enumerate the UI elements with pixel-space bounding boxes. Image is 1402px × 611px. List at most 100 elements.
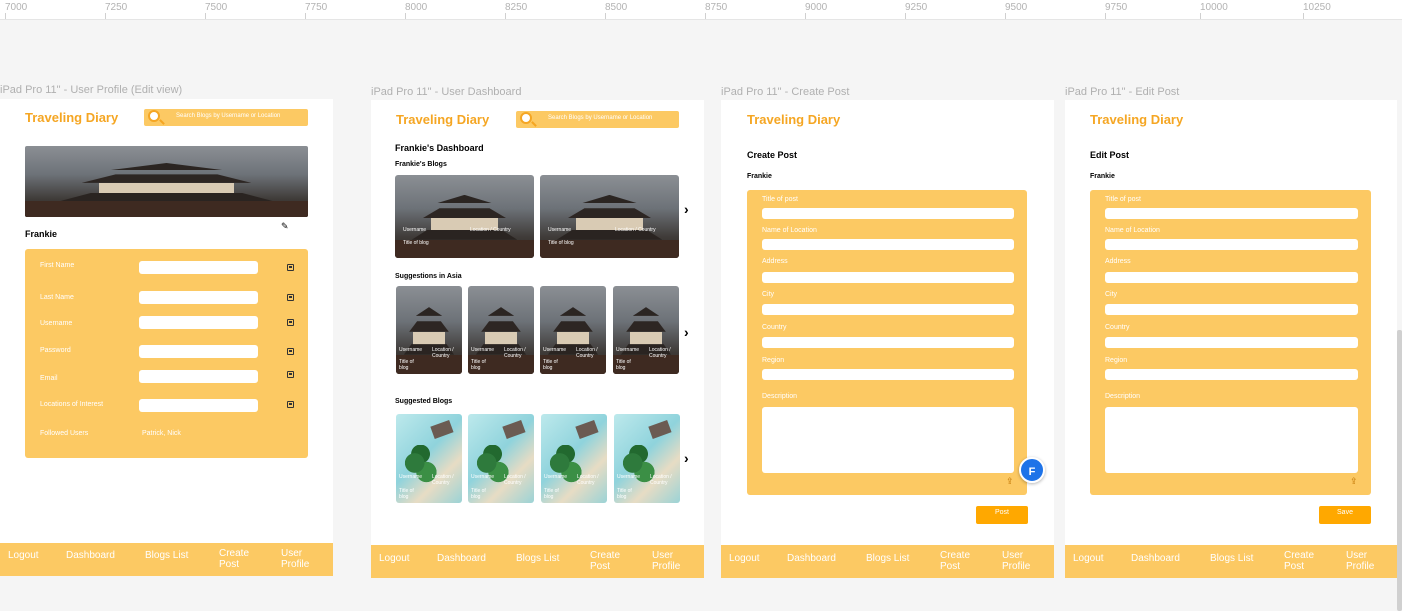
nav-logout[interactable]: Logout [1073, 553, 1104, 564]
frame-label-profile[interactable]: iPad Pro 11" - User Profile (Edit view) [0, 84, 182, 96]
nav-create-post[interactable]: Create Post [219, 548, 259, 570]
suggested-blog-card[interactable]: Username Location / Country Title of blo… [541, 414, 607, 503]
nav-blogs-list[interactable]: Blogs List [1210, 553, 1253, 564]
frame-user-profile[interactable]: Traveling Diary Search Blogs by Username… [0, 99, 333, 576]
suggestion-card[interactable]: Username Location / Country Title of blo… [540, 286, 606, 374]
frame-user-dashboard[interactable]: Traveling Diary Search Blogs by Username… [371, 100, 704, 578]
nav-user-profile[interactable]: User Profile [1346, 550, 1386, 572]
region-input[interactable] [762, 369, 1014, 380]
ruler-tick: 10250 [1303, 2, 1331, 19]
field-label: Description [762, 393, 798, 400]
nav-user-profile[interactable]: User Profile [1002, 550, 1042, 572]
nav-logout[interactable]: Logout [729, 553, 760, 564]
field-label: Country [762, 324, 787, 331]
nav-dashboard[interactable]: Dashboard [437, 553, 486, 564]
page-title: Create Post [747, 150, 798, 160]
address-input[interactable] [762, 272, 1014, 283]
username-input[interactable] [139, 316, 258, 329]
save-icon[interactable] [287, 264, 294, 271]
title-input[interactable] [762, 208, 1014, 219]
country-input[interactable] [762, 337, 1014, 348]
post-button[interactable]: Post [976, 506, 1028, 524]
upload-icon[interactable]: ⇪ [1350, 476, 1358, 487]
brand-logo[interactable]: Traveling Diary [25, 110, 118, 125]
search-icon [520, 112, 532, 124]
page-title: Edit Post [1090, 150, 1130, 160]
nav-create-post[interactable]: Create Post [590, 550, 630, 572]
locations-input[interactable] [139, 399, 258, 412]
suggestion-card[interactable]: Username Location / Country Title of blo… [613, 286, 679, 374]
suggested-blog-card[interactable]: Username Location / Country Title of blo… [614, 414, 680, 503]
description-textarea[interactable] [762, 407, 1014, 473]
nav-create-post[interactable]: Create Post [1284, 550, 1324, 572]
suggested-blog-card[interactable]: Username Location / Country Title of blo… [396, 414, 462, 503]
create-post-form: Title of post Name of Location Address C… [747, 190, 1027, 495]
field-label: Locations of Interest [40, 401, 104, 408]
search-bar[interactable]: Search Blogs by Username or Location [516, 111, 679, 128]
nav-blogs-list[interactable]: Blogs List [516, 553, 559, 564]
nav-dashboard[interactable]: Dashboard [66, 550, 115, 561]
card-title: Title of blog [471, 359, 486, 371]
brand-logo[interactable]: Traveling Diary [396, 112, 489, 127]
save-icon[interactable] [287, 348, 294, 355]
city-input[interactable] [762, 304, 1014, 315]
nav-logout[interactable]: Logout [8, 550, 39, 561]
post-author: Frankie [1090, 173, 1115, 180]
save-icon[interactable] [287, 371, 294, 378]
suggestion-card[interactable]: Username Location / Country Title of blo… [396, 286, 462, 374]
save-icon[interactable] [287, 401, 294, 408]
frame-edit-post[interactable]: Traveling Diary Edit Post Frankie Title … [1065, 100, 1397, 578]
nav-dashboard[interactable]: Dashboard [787, 553, 836, 564]
section-title-suggestions-asia: Suggestions in Asia [395, 273, 462, 280]
card-location: Location / Country [432, 347, 454, 359]
canvas-scrollbar[interactable] [1397, 330, 1402, 611]
location-name-input[interactable] [762, 239, 1014, 250]
country-input[interactable] [1105, 337, 1358, 348]
save-button[interactable]: Save [1319, 506, 1371, 524]
card-location: Location / Country [577, 474, 599, 486]
chevron-right-icon[interactable]: › [684, 324, 689, 340]
suggested-blog-card[interactable]: Username Location / Country Title of blo… [468, 414, 534, 503]
frame-label-create[interactable]: iPad Pro 11" - Create Post [721, 86, 849, 98]
brand-logo[interactable]: Traveling Diary [1090, 112, 1183, 127]
frame-label-dashboard[interactable]: iPad Pro 11" - User Dashboard [371, 86, 521, 98]
upload-icon[interactable]: ⇪ [1006, 476, 1014, 487]
nav-user-profile[interactable]: User Profile [281, 548, 321, 570]
email-input[interactable] [139, 370, 258, 383]
user-avatar-fab[interactable]: F [1019, 457, 1045, 483]
frame-label-edit[interactable]: iPad Pro 11" - Edit Post [1065, 86, 1179, 98]
nav-blogs-list[interactable]: Blogs List [866, 553, 909, 564]
nav-create-post[interactable]: Create Post [940, 550, 980, 572]
bottom-nav: Logout Dashboard Blogs List Create Post … [371, 545, 704, 578]
brand-logo[interactable]: Traveling Diary [747, 112, 840, 127]
card-username: Username [399, 347, 423, 353]
blog-card[interactable]: Username Location / Country Title of blo… [395, 175, 534, 258]
description-textarea[interactable] [1105, 407, 1358, 473]
nav-user-profile[interactable]: User Profile [652, 550, 692, 572]
card-location: Location / Country [470, 227, 511, 233]
title-input[interactable] [1105, 208, 1358, 219]
save-icon[interactable] [287, 294, 294, 301]
chevron-right-icon[interactable]: › [684, 450, 689, 466]
first-name-input[interactable] [139, 261, 258, 274]
search-bar[interactable]: Search Blogs by Username or Location [144, 109, 308, 126]
nav-dashboard[interactable]: Dashboard [1131, 553, 1180, 564]
last-name-input[interactable] [139, 291, 258, 304]
chevron-right-icon[interactable]: › [684, 201, 689, 217]
field-label: City [762, 291, 775, 298]
save-icon[interactable] [287, 319, 294, 326]
region-input[interactable] [1105, 369, 1358, 380]
location-name-input[interactable] [1105, 239, 1358, 250]
edit-icon[interactable]: ✎ [281, 221, 289, 232]
frame-create-post[interactable]: Traveling Diary Create Post Frankie Titl… [721, 100, 1054, 578]
nav-blogs-list[interactable]: Blogs List [145, 550, 188, 561]
card-location: Location / Country [650, 474, 672, 486]
nav-logout[interactable]: Logout [379, 553, 410, 564]
address-input[interactable] [1105, 272, 1358, 283]
password-input[interactable] [139, 345, 258, 358]
ruler-tick: 7500 [205, 2, 228, 19]
city-input[interactable] [1105, 304, 1358, 315]
card-username: Username [543, 347, 567, 353]
suggestion-card[interactable]: Username Location / Country Title of blo… [468, 286, 534, 374]
blog-card[interactable]: Username Location / Country Title of blo… [540, 175, 679, 258]
